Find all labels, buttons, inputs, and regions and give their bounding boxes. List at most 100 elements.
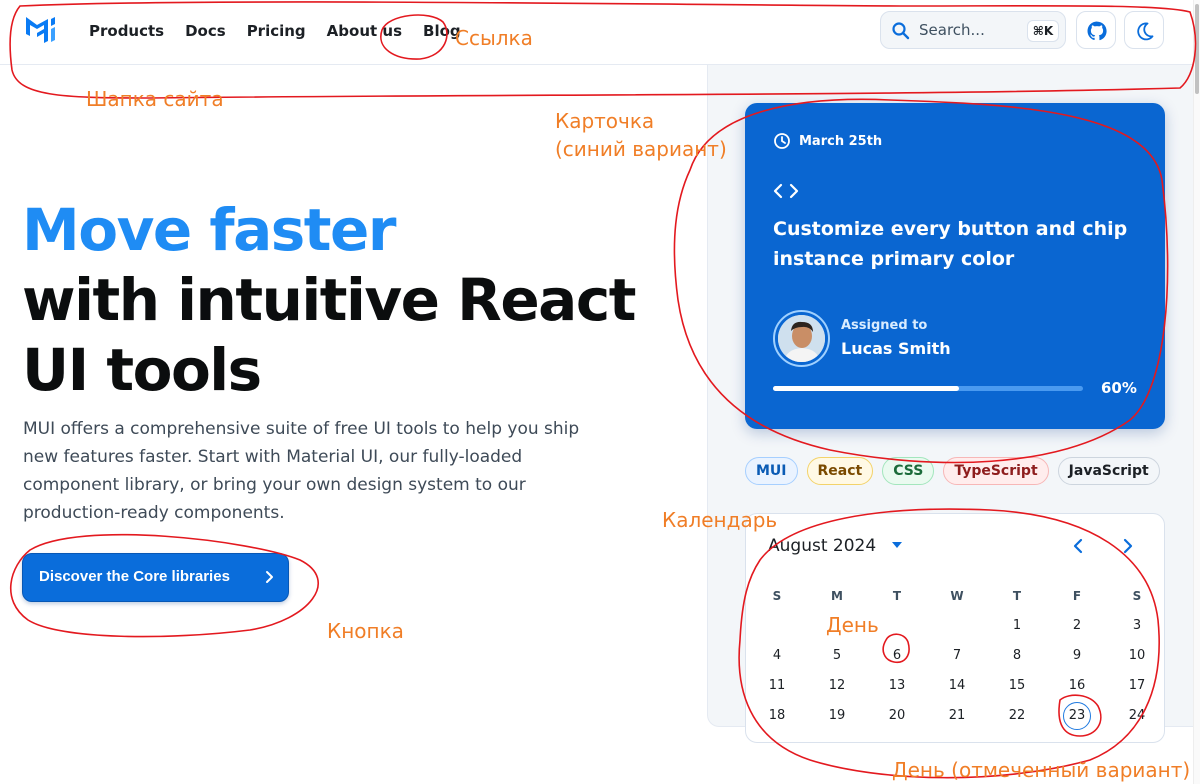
clock-icon [774,133,790,149]
calendar-day-label: 2 [1072,618,1082,633]
calendar-day[interactable]: 3 [1119,611,1155,641]
calendar-day-label: 17 [1128,678,1146,693]
calendar-day[interactable]: 4 [759,641,795,671]
chip-mui[interactable]: MUI [745,457,798,485]
moon-icon [1137,22,1154,41]
progress-bar [773,386,1083,391]
weekday-label: T [892,589,902,603]
hero-title-rest: with intuitive React UI tools [22,266,636,404]
calendar-day-label: 3 [1132,618,1142,633]
annotation-button: Кнопка [327,619,404,643]
chevron-left-icon[interactable] [1068,536,1088,556]
assignee-name: Lucas Smith [841,339,951,358]
chip-javascript[interactable]: JavaScript [1057,457,1160,485]
annotation-day: День [826,613,879,637]
calendar-day[interactable]: 21 [939,701,975,731]
calendar-day-label: 19 [828,708,846,723]
nav-docs[interactable]: Docs [185,20,226,42]
calendar-day[interactable]: 10 [1119,641,1155,671]
weekday-label: M [831,589,843,603]
discover-core-button[interactable]: Discover the Core libraries [22,553,289,602]
calendar-week-row: 4 5 6 7 8 9 10 [747,641,1165,671]
search-shortcut-badge: ⌘K [1027,20,1059,42]
calendar-day-label: 21 [948,708,966,723]
nav-about-us[interactable]: About us [327,20,402,42]
search-button[interactable]: Search... ⌘K [880,11,1066,49]
weekday-label: S [1132,589,1142,603]
weekday-label: S [772,589,782,603]
calendar-day[interactable]: 12 [819,671,855,701]
calendar-day-label: 16 [1068,678,1086,693]
calendar-day[interactable]: 20 [879,701,915,731]
calendar-day-label: 7 [952,648,962,663]
calendar-day-label: 5 [832,648,842,663]
nav-products[interactable]: Products [89,20,164,42]
calendar-day[interactable]: 17 [1119,671,1155,701]
github-button[interactable] [1076,11,1116,49]
calendar-day-label: 9 [1072,648,1082,663]
calendar-week-row: 11 12 13 14 15 16 17 [747,671,1165,701]
code-icon [773,183,799,199]
chip-typescript[interactable]: TypeScript [943,457,1049,485]
scrollbar-thumb[interactable] [1195,4,1199,94]
calendar-day[interactable]: 5 [819,641,855,671]
theme-toggle-button[interactable] [1124,11,1164,49]
card-title: Customize every button and chip instance… [773,218,1128,270]
weekday-label: T [1012,589,1022,603]
calendar-day-label: 4 [772,648,782,663]
main-nav: Products Docs Pricing About us Blog [89,20,482,42]
weekday-label: W [950,589,964,603]
calendar-week-row: 18 19 20 21 22 23 24 [747,701,1165,731]
github-icon [1087,21,1107,41]
calendar-day[interactable]: 18 [759,701,795,731]
cta-label: Discover the Core libraries [39,568,230,585]
annotation-calendar: Календарь [662,508,778,532]
annotation-header: Шапка сайта [86,87,224,111]
calendar-day[interactable]: 19 [819,701,855,731]
calendar-day[interactable]: 11 [759,671,795,701]
card-date: March 25th [799,133,883,149]
chip-react[interactable]: React [806,457,874,485]
calendar-day[interactable]: 24 [1119,701,1155,731]
avatar [773,310,830,367]
chevron-right-icon [266,571,273,583]
calendar-week-row: 1 2 3 [747,611,1165,641]
calendar-day-selected[interactable]: 23 [1059,701,1095,731]
calendar-day[interactable]: 2 [1059,611,1095,641]
calendar-day-label: 15 [1008,678,1026,693]
calendar-day-label: 12 [828,678,846,693]
calendar-day-label: 8 [1012,648,1022,663]
calendar-day-label: 18 [768,708,786,723]
annotation-card-line2: (синий вариант) [555,137,727,161]
annotation-card-line1: Карточка [555,109,655,133]
chip-css[interactable]: CSS [882,457,935,485]
search-icon [892,22,910,40]
calendar-day[interactable]: 8 [999,641,1035,671]
calendar-day[interactable]: 6 [879,641,915,671]
annotation-link: Ссылка [455,26,533,50]
calendar-month-label[interactable]: August 2024 [768,536,876,556]
progress-fill [773,386,959,391]
search-placeholder: Search... [919,21,985,39]
site-header: Products Docs Pricing About us Blog Sear… [0,0,1200,65]
calendar-day[interactable]: 1 [999,611,1035,641]
mui-logo-icon[interactable] [24,14,60,46]
annotation-day-selected: День (отмеченный вариант) [892,758,1191,782]
page-scrollbar[interactable] [1193,0,1200,784]
task-card[interactable]: March 25th Customize every button and ch… [745,103,1165,429]
calendar-day[interactable]: 22 [999,701,1035,731]
nav-pricing[interactable]: Pricing [247,20,306,42]
calendar-day[interactable]: 13 [879,671,915,701]
chevron-right-icon[interactable] [1118,536,1138,556]
calendar-day[interactable]: 7 [939,641,975,671]
hero-description: MUI offers a comprehensive suite of free… [23,419,580,523]
calendar-day[interactable]: 9 [1059,641,1095,671]
hero-title-accent: Move faster [22,196,396,264]
calendar-day-label: 22 [1008,708,1026,723]
calendar-day-label: 23 [1063,702,1091,730]
calendar-day[interactable]: 14 [939,671,975,701]
calendar-day[interactable]: 16 [1059,671,1095,701]
avatar-photo [778,315,825,362]
caret-down-icon[interactable] [890,540,904,550]
calendar-day[interactable]: 15 [999,671,1035,701]
